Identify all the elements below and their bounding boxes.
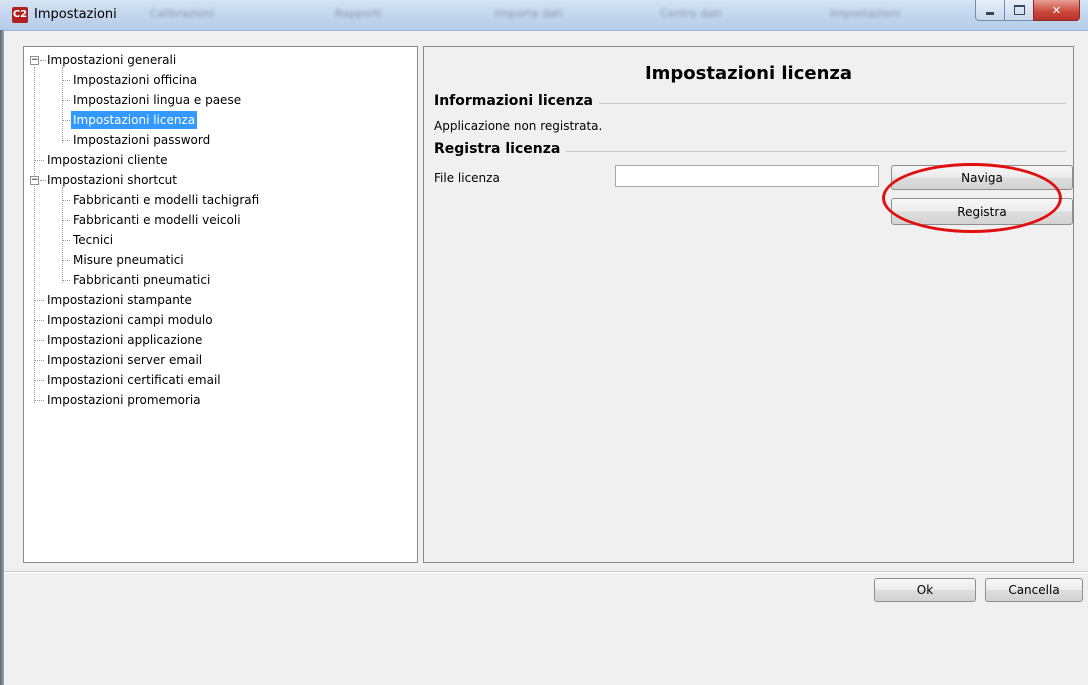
background-tab: Impostazioni xyxy=(830,7,901,20)
tree-item-fabbricanti-pneumatici[interactable]: Fabbricanti pneumatici xyxy=(71,271,212,289)
maximize-icon xyxy=(1013,5,1025,15)
collapse-icon[interactable]: − xyxy=(30,56,39,65)
minimize-button[interactable] xyxy=(975,0,1005,21)
collapse-icon[interactable]: − xyxy=(30,176,39,185)
page-title: Impostazioni licenza xyxy=(644,63,853,84)
background-tab: Importa dati xyxy=(495,7,563,20)
tree-connector xyxy=(62,280,70,281)
tree-connector xyxy=(62,100,70,101)
tree-item-fabbricanti-modelli-veicoli[interactable]: Fabbricanti e modelli veicoli xyxy=(71,211,243,229)
tree-connector xyxy=(62,200,70,201)
window-controls: ✕ xyxy=(975,0,1080,22)
tree-item-tecnici[interactable]: Tecnici xyxy=(71,231,115,249)
tree-item-impostazioni-server-email[interactable]: Impostazioni server email xyxy=(45,351,204,369)
tree-item-impostazioni-certificati-email[interactable]: Impostazioni certificati email xyxy=(45,371,223,389)
title-bar[interactable]: C2 Impostazioni Calibrazioni Rapporti Im… xyxy=(0,0,1088,31)
background-tab: Calibrazioni xyxy=(150,7,215,20)
tree-connector xyxy=(34,380,44,381)
maximize-button[interactable] xyxy=(1004,0,1034,21)
background-tabs: Calibrazioni Rapporti Importa dati Centr… xyxy=(150,7,948,23)
tree-connector xyxy=(34,340,44,341)
tree-connector xyxy=(62,240,70,241)
background-tab: Rapporti xyxy=(335,7,382,20)
tree-connector xyxy=(34,300,44,301)
file-licenza-label: File licenza xyxy=(434,171,500,185)
minimize-icon xyxy=(986,11,994,15)
close-button[interactable]: ✕ xyxy=(1033,0,1080,21)
tree-item-impostazioni-generali[interactable]: Impostazioni generali xyxy=(45,51,178,69)
tree-item-impostazioni-shortcut[interactable]: Impostazioni shortcut xyxy=(45,171,179,189)
tree-connector xyxy=(62,80,70,81)
tree-item-fabbricanti-modelli-tachigrafi[interactable]: Fabbricanti e modelli tachigrafi xyxy=(71,191,261,209)
tree-connector xyxy=(34,400,44,401)
tree-connector xyxy=(62,67,63,143)
tree-connector xyxy=(62,220,70,221)
window-edge xyxy=(0,30,4,685)
close-icon: ✕ xyxy=(1051,3,1062,17)
ok-button[interactable]: Ok xyxy=(874,578,976,602)
tree-item-impostazioni-password[interactable]: Impostazioni password xyxy=(71,131,212,149)
section-title-registra-licenza: Registra licenza xyxy=(434,141,567,157)
tree-connector xyxy=(34,67,35,403)
browse-button[interactable]: Naviga xyxy=(891,165,1073,190)
section-title-informazioni-licenza: Informazioni licenza xyxy=(434,93,599,109)
background-tab: Centro dati xyxy=(660,7,722,20)
tree-item-impostazioni-stampante[interactable]: Impostazioni stampante xyxy=(45,291,194,309)
tree-item-misure-pneumatici[interactable]: Misure pneumatici xyxy=(71,251,186,269)
tree-item-impostazioni-cliente[interactable]: Impostazioni cliente xyxy=(45,151,170,169)
tree-connector xyxy=(34,320,44,321)
tree-connector xyxy=(62,120,70,121)
window-title: Impostazioni xyxy=(34,7,117,22)
tree-connector xyxy=(62,140,70,141)
tree-connector xyxy=(62,187,63,283)
tree-item-impostazioni-licenza[interactable]: Impostazioni licenza xyxy=(71,111,198,129)
tree-connector xyxy=(34,360,44,361)
settings-tree[interactable]: − − Impostazioni generali Impostazioni o… xyxy=(23,46,418,563)
app-icon: C2 xyxy=(12,7,28,23)
tree-item-impostazioni-officina[interactable]: Impostazioni officina xyxy=(71,71,199,89)
license-file-input[interactable] xyxy=(615,165,879,187)
tree-connector xyxy=(34,160,44,161)
tree-connector xyxy=(62,260,70,261)
tree-item-impostazioni-lingua-e-paese[interactable]: Impostazioni lingua e paese xyxy=(71,91,243,109)
cancel-button[interactable]: Cancella xyxy=(985,578,1083,602)
register-button[interactable]: Registra xyxy=(891,198,1073,225)
license-settings-panel: Impostazioni licenza Informazioni licenz… xyxy=(423,46,1074,563)
tree-item-impostazioni-promemoria[interactable]: Impostazioni promemoria xyxy=(45,391,203,409)
footer-divider xyxy=(4,571,1088,573)
license-status-text: Applicazione non registrata. xyxy=(434,119,603,133)
tree-item-impostazioni-campi-modulo[interactable]: Impostazioni campi modulo xyxy=(45,311,215,329)
tree-item-impostazioni-applicazione[interactable]: Impostazioni applicazione xyxy=(45,331,204,349)
